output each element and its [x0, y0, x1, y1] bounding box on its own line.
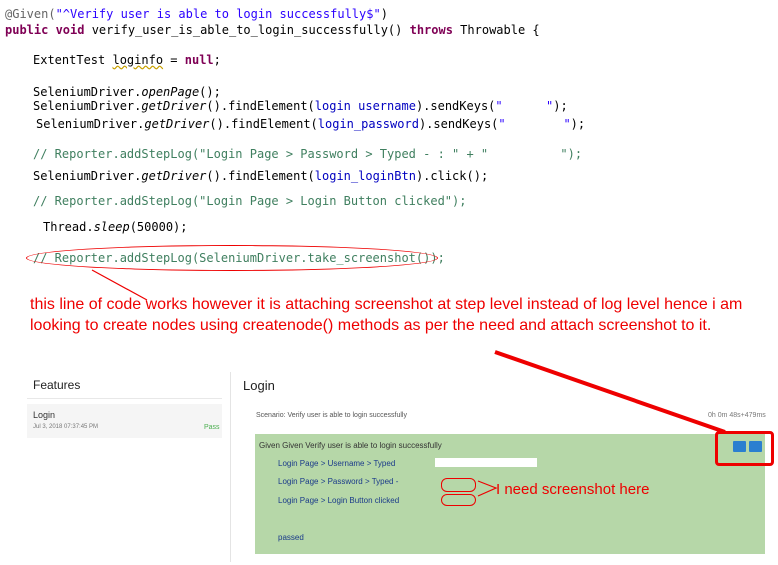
- arrow-bracket: [477, 480, 498, 497]
- arrow-line: [494, 350, 726, 434]
- pointer-line: [91, 269, 148, 301]
- annotation-arrows: [91, 269, 726, 497]
